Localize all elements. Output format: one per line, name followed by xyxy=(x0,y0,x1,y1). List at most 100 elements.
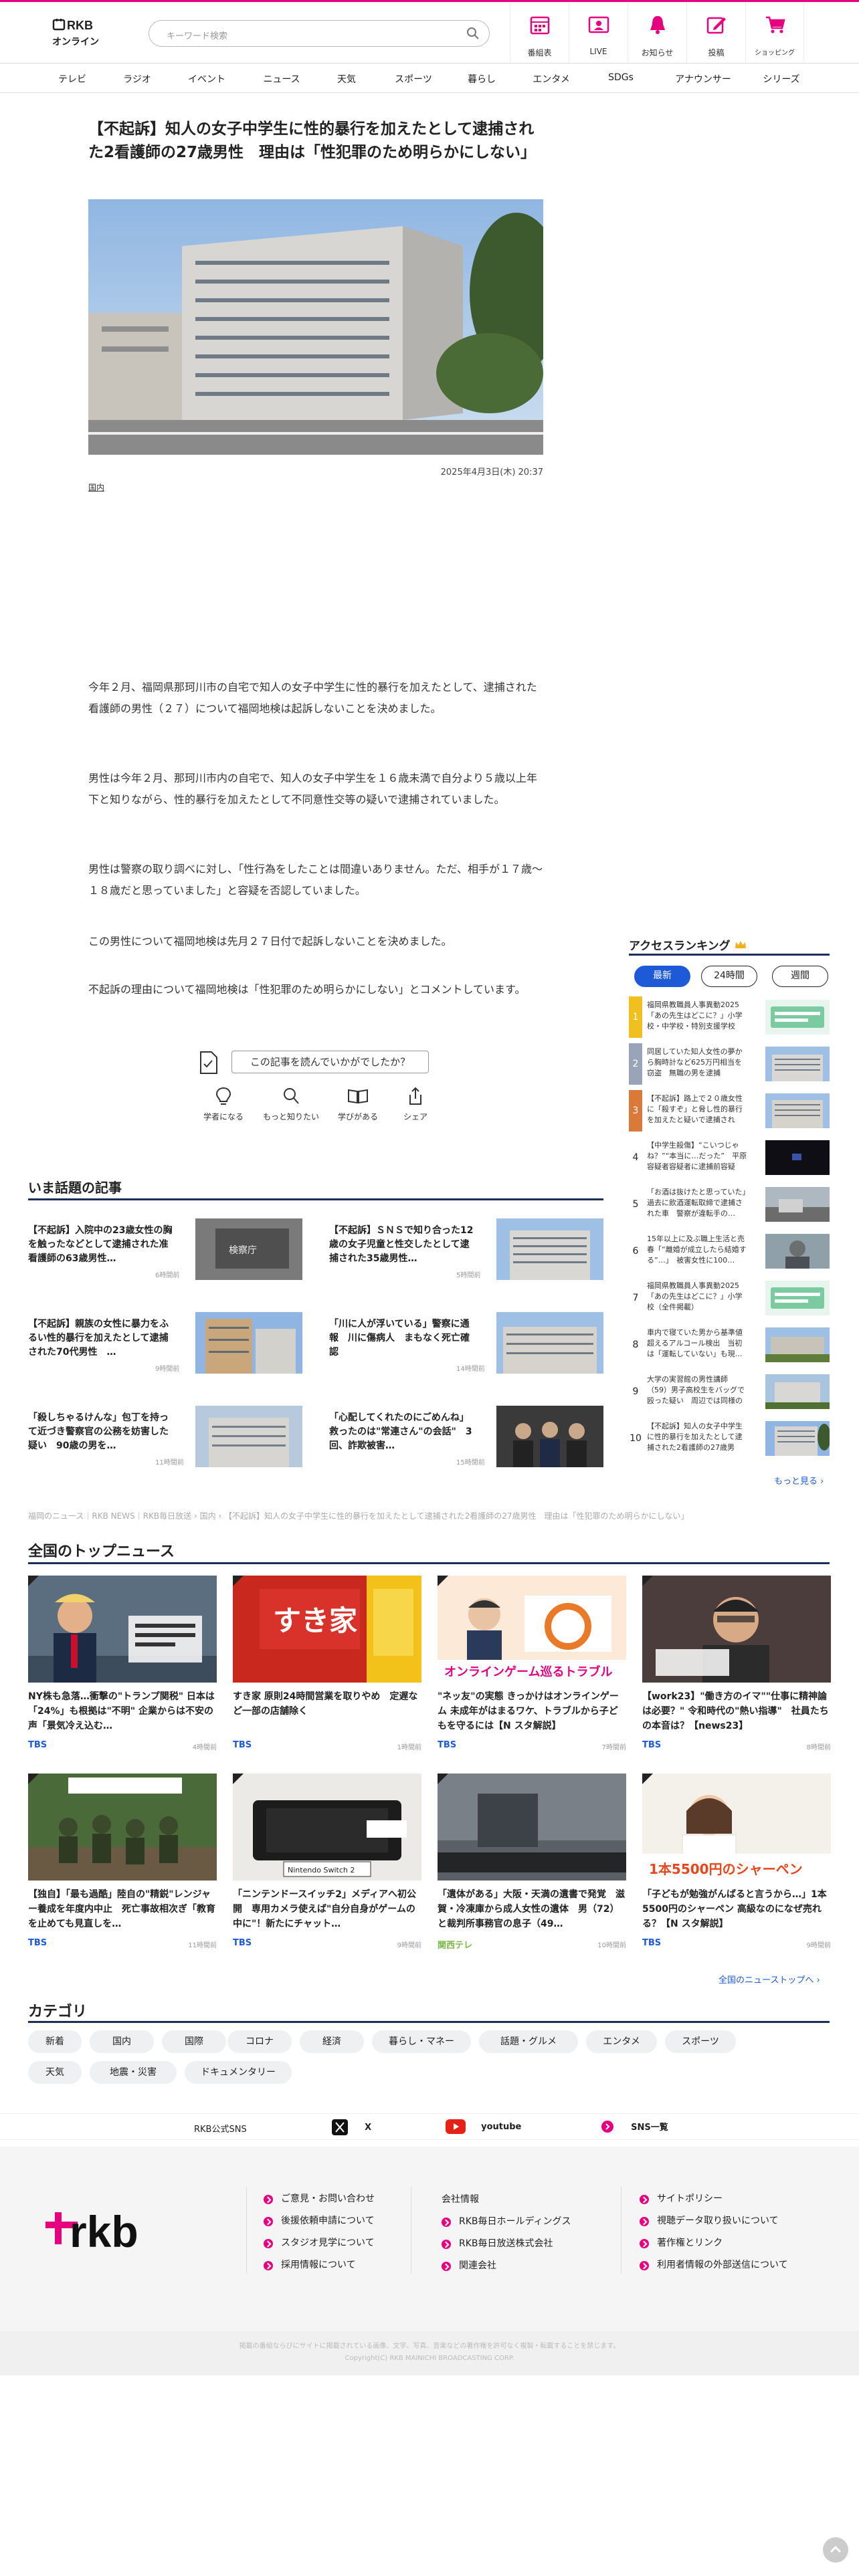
sns-list-link[interactable]: SNS一覧 xyxy=(601,2119,668,2135)
footer-link[interactable]: 採用情報について xyxy=(264,2254,375,2276)
sns-x-link[interactable]: X xyxy=(332,2119,371,2135)
category-chip[interactable]: スポーツ xyxy=(665,2030,736,2053)
footer-link[interactable]: サイトポリシー xyxy=(640,2188,788,2210)
nav-item[interactable]: イベント xyxy=(176,72,237,86)
category-chip[interactable]: 暮らし・マネー xyxy=(372,2030,471,2053)
hot-article-thumbnail: 検察庁 xyxy=(195,1218,302,1280)
ranking-tab-weekly[interactable]: 週間 xyxy=(772,966,828,987)
nav-item[interactable]: エンタメ xyxy=(520,72,582,86)
category-chip[interactable]: 地震・災害 xyxy=(90,2061,177,2084)
nav-item[interactable]: ニュース xyxy=(251,72,312,86)
footer-link[interactable]: ご意見・お問い合わせ xyxy=(264,2188,375,2210)
category-chip[interactable]: コロナ xyxy=(227,2030,292,2053)
hot-heading: いま話題の記事 xyxy=(28,1180,122,1196)
footer-link[interactable]: RKB毎日放送株式会社 xyxy=(442,2233,571,2255)
ranking-item[interactable]: 4 【中学生殺傷】“こいつじゃね？”“本当に…だった” 平原容疑者容疑者に逮捕前… xyxy=(629,1137,830,1178)
header-button-post[interactable]: 投稿 xyxy=(686,2,745,65)
category-chip[interactable]: 話題・グルメ xyxy=(479,2030,578,2053)
top-news-time: 11時間前 xyxy=(188,1942,217,1949)
category-chip[interactable]: 天気 xyxy=(28,2061,82,2084)
article-category-link[interactable]: 国内 xyxy=(88,481,104,493)
footer-link[interactable]: 著作権とリンク xyxy=(640,2232,788,2254)
rkb-online-logo[interactable]: RKB オンライン xyxy=(52,18,116,51)
nav-item[interactable]: テレビ xyxy=(41,72,103,86)
top-news-card[interactable]: 「遺体がある」大阪・天満の遺書で発覚 滋賀・冷凍庫から成人女性の遺体 男（72）… xyxy=(438,1774,626,1951)
footer-link[interactable]: 関連会社 xyxy=(442,2255,571,2277)
ranking-item[interactable]: 1 福岡県教職員人事異動2025「あの先生はどこに？」小学校・中学校・特別支援学… xyxy=(629,996,830,1038)
search-icon[interactable] xyxy=(466,27,480,40)
category-chip[interactable]: ドキュメンタリー xyxy=(185,2061,292,2084)
top-news-heading-rule xyxy=(28,1562,830,1564)
all-news-link[interactable]: 全国のニューストップへ › xyxy=(719,1973,820,1985)
category-chip[interactable]: エンタメ xyxy=(586,2030,657,2053)
hot-article-time: 9時間前 xyxy=(155,1366,180,1373)
top-news-image: オンラインゲーム巡るトラブル xyxy=(438,1576,626,1683)
hot-article-title: 「川に人が浮いている」警察に通報 川に傷病人 まもなく死亡確認 xyxy=(329,1319,470,1358)
nav-item[interactable]: 天気 xyxy=(316,72,377,86)
ranking-item[interactable]: 10 【不起訴】知人の女子中学生に性的暴行を加えたとして逮捕された2看護師の27… xyxy=(629,1418,830,1459)
sns-youtube-link[interactable]: youtube xyxy=(446,2119,521,2135)
ranking-item[interactable]: 3 【不起訴】路上で２０歳女性に「殺すぞ」と脅し性的暴行を加えたと疑いで逮捕され… xyxy=(629,1090,830,1132)
footer-link[interactable]: 視聴データ取り扱いについて xyxy=(640,2210,788,2232)
nav-item[interactable]: 暮らし xyxy=(451,72,512,86)
ranking-number: 5 xyxy=(632,1199,639,1210)
category-chip[interactable]: 新着 xyxy=(28,2030,82,2053)
ranking-item[interactable]: 6 15年以上に及ぶ職上生活と売春「“離婚が成立したら結婚する”…」 被害女性に… xyxy=(629,1230,830,1272)
nav-item[interactable]: アナウンサー xyxy=(668,72,739,86)
top-news-card[interactable]: 【独自】「最も過酷」陸自の"精鋭"レンジャー養成を年度内中止 死亡事故相次ぎ「教… xyxy=(28,1774,217,1949)
category-chip[interactable]: 経済 xyxy=(300,2030,364,2053)
footer-link[interactable]: 後援依頼申請について xyxy=(264,2210,375,2232)
nav-item[interactable]: ラジオ xyxy=(106,72,168,86)
nav-item[interactable]: SDGs xyxy=(590,72,652,83)
footer-logo[interactable]: rkb xyxy=(45,2199,166,2262)
top-news-card[interactable]: 【work23】"働き方のイマ""仕事に精神論は必要？" 令和時代の"熱い指導"… xyxy=(642,1576,831,1751)
back-to-top-button[interactable] xyxy=(823,2537,848,2563)
top-news-heading: 全国のトップニュース xyxy=(28,1543,175,1560)
breadcrumb[interactable]: 福岡のニュース｜RKB NEWS｜RKB毎日放送 › 国内 › 【不起訴】知人の… xyxy=(28,1510,689,1521)
article-paragraph: 今年２月、福岡県那珂川市の自宅で知人の女子中学生に性的暴行を加えたとして、逮捕さ… xyxy=(88,681,537,715)
top-news-image: 1本5500円のシャーペン xyxy=(642,1774,831,1881)
top-news-card[interactable]: Nintendo Switch 2 「ニンテンドースイッチ2」メディアへ初公開 … xyxy=(233,1774,421,1949)
hot-article[interactable]: 【不起訴】入院中の23歳女性の胸を触ったなどとして逮捕された准看護師の63歳男性… xyxy=(28,1217,302,1283)
reaction-button[interactable]: もっと知りたい xyxy=(254,1087,328,1122)
hot-article[interactable]: 「殺しちゃるけんな」包丁を持って近づき警察官の公務を妨害した疑い 90歳の男を…… xyxy=(28,1404,302,1470)
footer-list-2: RKB毎日ホールディングス RKB毎日放送株式会社 関連会社 xyxy=(442,2211,571,2277)
footer-link[interactable]: 利用者情報の外部送信について xyxy=(640,2254,788,2276)
ranking-item[interactable]: 8 車内で寝ていた男から基準値超えるアルコール検出 当初は「運転していない」も現… xyxy=(629,1324,830,1366)
hot-article[interactable]: 【不起訴】ＳＮＳで知り合った12歳の女子児童と性交したとして逮捕された35歳男性… xyxy=(329,1217,603,1283)
header-button-live[interactable]: LIVE xyxy=(569,2,628,65)
video-badge xyxy=(438,1576,448,1586)
ranking-item[interactable]: 9 大学の実習館の男性講師（59）男子高校生をバッグで殴った疑い 周辺では同様の… xyxy=(629,1371,830,1412)
ranking-tab-latest[interactable]: 最新 xyxy=(634,966,690,987)
header-button-shopping[interactable]: ショッピング xyxy=(745,2,804,65)
ranking-item[interactable]: 5 「お酒は抜けたと思っていた」過去に飲酒運転取締で逮捕された車 警察が違転手の… xyxy=(629,1184,830,1225)
top-news-card[interactable]: すき家 すき家 原則24時間営業を取りやめ 定遅など一部の店舗除く TBS 1時… xyxy=(233,1576,421,1751)
ranking-tab-24h[interactable]: 24時間 xyxy=(701,966,757,987)
category-chip[interactable]: 国内 xyxy=(90,2030,154,2053)
nav-item[interactable]: シリーズ xyxy=(751,72,812,86)
top-news-card[interactable]: オンラインゲーム巡るトラブル "ネッ友"の実態 きっかけはオンラインゲーム 未成… xyxy=(438,1576,626,1751)
top-news-card[interactable]: 1本5500円のシャーペン 「子どもが勉強がんばると言うから…」1本5500円の… xyxy=(642,1774,831,1949)
nav-item[interactable]: スポーツ xyxy=(383,72,444,86)
header-button-notifications[interactable]: お知らせ xyxy=(628,2,686,65)
share-button[interactable]: シェア xyxy=(379,1087,452,1122)
calendar-icon xyxy=(530,16,550,35)
search-input[interactable]: キーワード検索 xyxy=(149,20,490,47)
top-news-card[interactable]: NY株も急落…衝撃の"トランプ関税" 日本は「24%」も根拠は"不明" 企業から… xyxy=(28,1576,217,1751)
header-button-tv-schedule[interactable]: 番組表 xyxy=(510,2,569,65)
reaction-label: 学者になる xyxy=(203,1112,244,1121)
ranking-more-link[interactable]: もっと見る › xyxy=(774,1474,824,1487)
category-chip[interactable]: 国際 xyxy=(162,2030,226,2053)
top-news-time: 4時間前 xyxy=(192,1744,217,1751)
ranking-thumbnail xyxy=(765,1000,830,1035)
header-icon-label: 番組表 xyxy=(527,48,552,58)
ranking-item[interactable]: 2 同居していた知人女性の夢から胸時計など625万円相当を窃盗 無職の男を逮捕 xyxy=(629,1043,830,1085)
footer-link[interactable]: RKB毎日ホールディングス xyxy=(442,2211,571,2233)
hot-article[interactable]: 「心配してくれたのにごめんね」救ったのは"常連さん"の会話" 3回、詐欺被害… … xyxy=(329,1404,603,1470)
survey-label[interactable]: この記事を読んでいかがでしたか？ xyxy=(231,1051,429,1073)
hot-article[interactable]: 【不起訴】親族の女性に暴力をふるい性的暴行を加えたとして逮捕された70代男性 …… xyxy=(28,1311,302,1376)
reaction-button[interactable]: 学者になる xyxy=(187,1087,260,1122)
footer-link[interactable]: スタジオ見学について xyxy=(264,2232,375,2254)
hot-article[interactable]: 「川に人が浮いている」警察に通報 川に傷病人 まもなく死亡確認 14時間前 xyxy=(329,1311,603,1376)
ranking-item[interactable]: 7 福岡県教職員人事異動2025「あの先生はどこに？」小学校（全件掲載） xyxy=(629,1277,830,1319)
